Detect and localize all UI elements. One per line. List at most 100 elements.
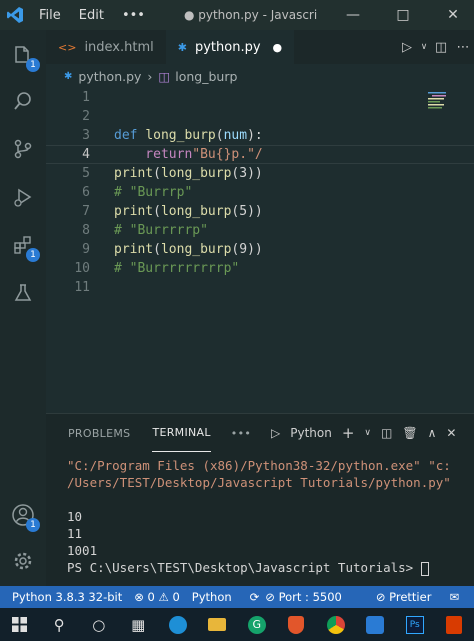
breadcrumb-symbol[interactable]: long_burp xyxy=(175,69,237,84)
vscode-taskbar-icon[interactable] xyxy=(356,608,396,641)
search-icon[interactable] xyxy=(8,86,38,116)
python-file-icon: ✱ xyxy=(64,70,73,82)
python-interpreter-status[interactable]: Python 3.8.3 32-bit xyxy=(12,590,122,604)
line-number: 8 xyxy=(82,223,90,238)
code-line[interactable]: 4 return"Bu{}p."/ xyxy=(46,145,474,164)
close-button[interactable]: ✕ xyxy=(436,0,470,30)
status-bar: Python 3.8.3 32-bit ⊗ 0 ⚠ 0 Python ⟳ ⊘ P… xyxy=(0,586,474,608)
code-text: # "Burrrp" xyxy=(114,185,192,200)
maximize-panel-chevron-up-icon[interactable]: ∧ xyxy=(428,426,437,440)
vscode-window: File Edit ••• ● python.py - Javascri — □… xyxy=(0,0,474,641)
line-number: 4 xyxy=(82,147,90,162)
code-line[interactable]: 7 print(long_burp(5)) xyxy=(46,202,474,221)
grammarly-icon[interactable]: G xyxy=(237,608,277,641)
split-editor-icon[interactable]: ◫ xyxy=(430,40,452,55)
code-line[interactable]: 1 xyxy=(46,88,474,107)
tab-index-html[interactable]: <> index.html xyxy=(46,30,166,64)
sync-icon: ⟳ xyxy=(249,590,260,604)
code-line[interactable]: 6 # "Burrrp" xyxy=(46,183,474,202)
breadcrumb-separator-icon: › xyxy=(147,68,153,84)
code-text: def long_burp(num): xyxy=(114,128,263,143)
code-token: (5)) xyxy=(231,204,263,219)
menu-edit[interactable]: Edit xyxy=(70,8,113,23)
problems-status[interactable]: ⊗ 0 ⚠ 0 xyxy=(134,590,180,604)
terminal-dropdown-chevron-icon[interactable]: ∨ xyxy=(364,428,371,438)
more-actions-icon[interactable]: ⋯ xyxy=(452,40,474,55)
testing-flask-icon[interactable] xyxy=(8,278,38,308)
settings-gear-icon[interactable] xyxy=(8,546,38,576)
code-token: # "Burrrrrrrrrp" xyxy=(114,261,240,276)
chrome-icon[interactable] xyxy=(316,608,356,641)
file-explorer-folder-icon[interactable] xyxy=(198,608,238,641)
window-title: ● python.py - Javascri xyxy=(183,8,318,22)
split-terminal-icon[interactable]: ◫ xyxy=(381,426,392,440)
run-debug-icon[interactable] xyxy=(8,182,38,212)
line-number: 3 xyxy=(82,128,90,143)
cortana-circle-icon[interactable]: ○ xyxy=(79,608,119,641)
code-line[interactable]: 10 # "Burrrrrrrrrp" xyxy=(46,259,474,278)
language-mode-status[interactable]: Python xyxy=(192,590,232,604)
kill-terminal-trash-icon[interactable]: 🗑 xyxy=(402,426,417,440)
account-badge: 1 xyxy=(26,518,40,532)
extensions-icon[interactable]: 1 xyxy=(8,230,40,262)
unsaved-dot-icon[interactable]: ● xyxy=(273,41,283,54)
code-text: return"Bu{}p."/ xyxy=(114,147,263,162)
tab-problems[interactable]: PROBLEMS xyxy=(68,414,130,452)
run-python-file-icon[interactable]: ▷ xyxy=(396,40,418,55)
code-line[interactable]: 2 xyxy=(46,107,474,126)
code-text: print(long_burp(5)) xyxy=(114,204,263,219)
terminal-shell-icon: ▷ xyxy=(271,426,281,440)
taskbar-app-icon[interactable] xyxy=(435,608,474,641)
code-token: long_burp xyxy=(160,242,232,257)
code-token: (3)) xyxy=(231,166,263,181)
code-token: num xyxy=(223,128,248,143)
minimize-button[interactable]: — xyxy=(336,0,370,30)
code-line[interactable]: 8 # "Burrrrrp" xyxy=(46,221,474,240)
tab-terminal[interactable]: TERMINAL xyxy=(152,414,211,452)
python-file-icon: ✱ xyxy=(177,40,187,54)
terminal-line: "C:/Program Files (x86)/Python38-32/pyth… xyxy=(67,458,451,473)
code-token: "Bu{}p."/ xyxy=(192,147,263,162)
code-line[interactable]: 3 def long_burp(num): xyxy=(46,126,474,145)
run-dropdown-chevron-icon[interactable]: ∨ xyxy=(418,42,430,52)
panel-tab-bar: PROBLEMS TERMINAL ••• ▷ Python + ∨ ◫ 🗑 ∧… xyxy=(46,414,474,452)
code-text: # "Burrrrrp" xyxy=(114,223,208,238)
code-line[interactable]: 9 print(long_burp(9)) xyxy=(46,240,474,259)
code-token: long_burp xyxy=(160,166,232,181)
maximize-button[interactable]: □ xyxy=(386,0,420,30)
panel-more-button[interactable]: ••• xyxy=(231,414,251,452)
task-view-icon[interactable]: ▦ xyxy=(119,608,159,641)
code-token: return xyxy=(114,147,193,162)
breadcrumb-file[interactable]: python.py xyxy=(78,69,141,84)
code-line[interactable]: 5 print(long_burp(3)) xyxy=(46,164,474,183)
code-token: ( xyxy=(215,128,224,143)
prettier-status[interactable]: ⊘ Prettier xyxy=(376,590,432,604)
tab-python-py[interactable]: ✱ python.py ● xyxy=(165,30,295,64)
explorer-icon[interactable]: 1 xyxy=(8,40,40,72)
photoshop-icon[interactable]: Ps xyxy=(395,608,435,641)
brave-browser-icon[interactable] xyxy=(277,608,317,641)
close-panel-icon[interactable]: ✕ xyxy=(446,426,456,440)
notification-bell-icon[interactable]: ✉ xyxy=(449,590,459,604)
code-token: print xyxy=(114,204,154,219)
terminal-shell-name[interactable]: Python xyxy=(290,426,332,440)
new-terminal-plus-icon[interactable]: + xyxy=(342,424,355,442)
source-control-icon[interactable] xyxy=(8,134,38,164)
account-icon[interactable]: 1 xyxy=(8,500,40,532)
menu-file[interactable]: File xyxy=(30,8,70,23)
terminal-line: PS C:\Users\TEST\Desktop\Javascript Tuto… xyxy=(67,560,429,576)
extensions-badge: 1 xyxy=(26,248,40,262)
activity-bar: 1 1 1 xyxy=(0,30,46,586)
menu-more[interactable]: ••• xyxy=(113,8,154,23)
bottom-panel: PROBLEMS TERMINAL ••• ▷ Python + ∨ ◫ 🗑 ∧… xyxy=(46,413,474,586)
code-token: ( xyxy=(153,166,161,181)
code-token: (9)) xyxy=(231,242,263,257)
search-icon[interactable]: ⚲ xyxy=(40,608,80,641)
windows-start-icon[interactable] xyxy=(0,608,40,641)
live-server-port-status[interactable]: ⊘ Port : 5500 xyxy=(265,590,342,604)
code-editor[interactable]: 1 2 3 def long_burp(num): 4 return"Bu{}p."/5… xyxy=(46,88,474,413)
code-line[interactable]: 11 xyxy=(46,278,474,297)
edge-browser-icon[interactable] xyxy=(158,608,198,641)
code-token: ( xyxy=(153,242,161,257)
code-token: long_burp xyxy=(160,204,232,219)
